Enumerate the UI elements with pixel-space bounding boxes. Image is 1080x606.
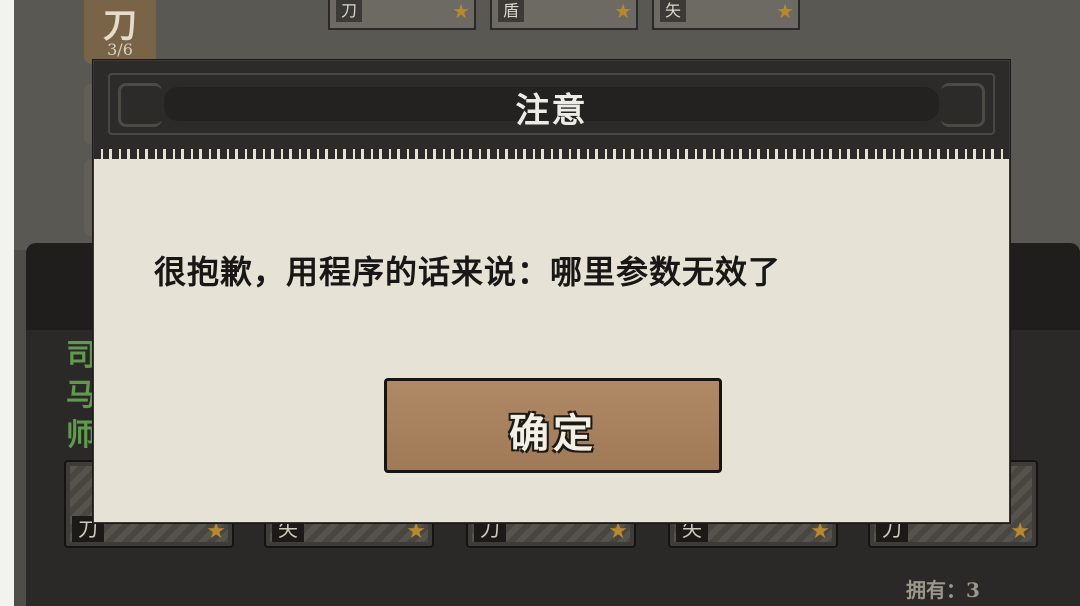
notice-dialog: 注意 很抱歉，用程序的话来说：哪里参数无效了 确定 [93,60,1010,523]
screen-edge [0,0,14,606]
blade-count-badge: 刀 3/6 [84,0,156,64]
dialog-message: 很抱歉，用程序的话来说：哪里参数无效了 [154,253,782,291]
weapon-type-tag: 刀 [336,0,362,22]
top-weapon-slot[interactable]: 盾 ★ [490,0,638,30]
star-icon: ★ [776,0,794,23]
general-name: 司马师 [66,338,96,453]
blade-count: 3/6 [107,40,133,59]
dialog-title: 注意 [515,91,588,131]
top-weapon-slot[interactable]: 刀 ★ [328,0,476,30]
weapon-type-tag: 矢 [660,0,686,22]
confirm-button-label: 确定 [509,410,597,457]
star-icon: ★ [1010,519,1030,544]
dialog-header: 注意 [94,61,1009,153]
weapon-type-tag: 盾 [498,0,524,22]
torn-paper-edge [94,149,1009,159]
star-icon: ★ [614,0,632,23]
top-weapon-slot[interactable]: 矢 ★ [652,0,800,30]
star-icon: ★ [452,0,470,23]
owned-count: 拥有：3 [906,578,980,602]
confirm-button[interactable]: 确定 [384,378,722,473]
